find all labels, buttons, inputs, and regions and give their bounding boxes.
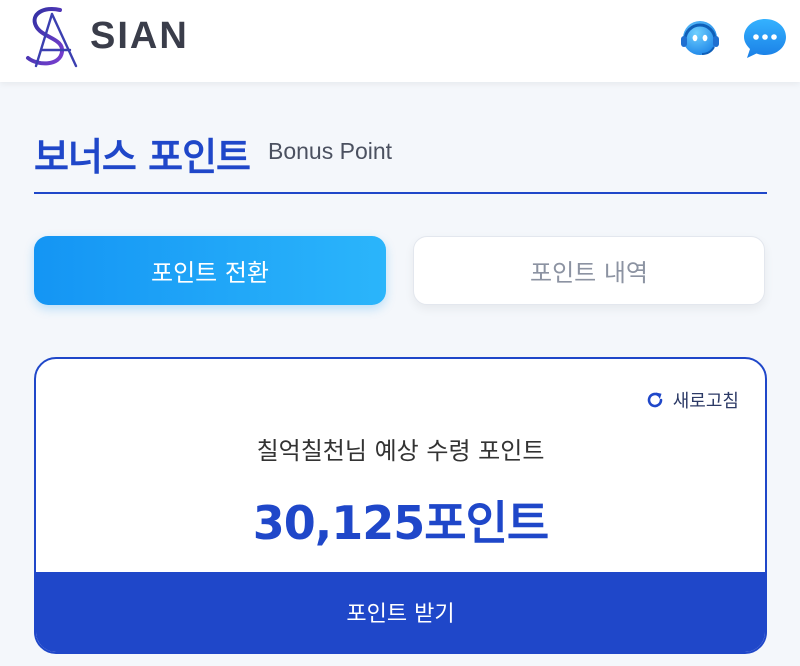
expected-points-label: 칠억칠천님 예상 수령 포인트 <box>256 437 545 465</box>
receive-points-button[interactable]: 포인트 받기 <box>36 572 765 652</box>
page-title: 보너스 포인트 <box>34 135 251 179</box>
refresh-icon <box>647 392 663 408</box>
title-divider <box>34 192 767 194</box>
header: SIAN <box>0 0 800 82</box>
page-subtitle: Bonus Point <box>268 138 393 164</box>
tab-point-history[interactable]: 포인트 내역 <box>413 236 765 305</box>
support-agent-icon[interactable] <box>676 14 724 62</box>
points-card: 새로고침 칠억칠천님 예상 수령 포인트 30,125포인트 포인트 받기 <box>34 357 767 654</box>
chat-bubble-icon[interactable] <box>741 14 789 62</box>
refresh-label: 새로고침 <box>672 391 739 412</box>
points-value: 30,125포인트 <box>252 496 549 550</box>
brand-name[interactable]: SIAN <box>90 15 189 58</box>
refresh-button[interactable]: 새로고침 <box>645 387 739 413</box>
tab-point-conversion[interactable]: 포인트 전환 <box>34 236 386 305</box>
sian-logo-mark[interactable] <box>22 4 84 70</box>
